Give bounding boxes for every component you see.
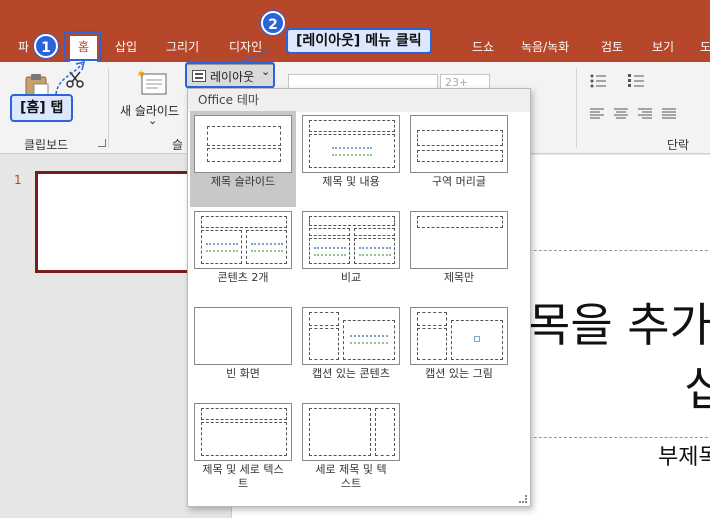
tab-view[interactable]: 보기 (652, 38, 674, 56)
layout-thumbnail (194, 115, 292, 173)
layout-name: 제목만 (443, 271, 475, 284)
paragraph-group-label: 단락 (667, 138, 690, 152)
layout-option-vertical-title-text[interactable]: 세로 제목 및 텍스트 (298, 399, 404, 505)
tab-insert[interactable]: 삽입 (115, 38, 137, 56)
tab-record[interactable]: 녹음/녹화 (521, 38, 569, 56)
tab-review[interactable]: 검토 (601, 38, 623, 56)
slide-number: 1 (14, 173, 22, 187)
clipboard-group-label: 클립보드 (24, 138, 69, 152)
step1-arrow-icon (55, 60, 86, 95)
layout-option-comparison[interactable]: 비교 (298, 207, 404, 303)
align-right-icon[interactable] (638, 108, 652, 120)
tab-slideshow[interactable]: 드쇼 (472, 38, 494, 56)
step2-arrow-icon (241, 47, 269, 63)
layout-name: 세로 제목 및 텍스트 (315, 463, 387, 490)
title-placeholder-text: 목을 추가 (528, 298, 710, 352)
layout-option-two-content[interactable]: 콘텐츠 2개 (190, 207, 296, 303)
layout-option-blank[interactable]: 빈 화면 (190, 303, 296, 399)
align-center-icon[interactable] (614, 108, 628, 120)
layout-option-content-with-caption[interactable]: 캡션 있는 콘텐츠 (298, 303, 404, 399)
layout-thumbnail (410, 115, 508, 173)
new-slide-icon[interactable]: ✶ (136, 67, 168, 96)
layout-option-picture-with-caption[interactable]: 캡션 있는 그림 (406, 303, 512, 399)
layout-thumbnail (410, 307, 508, 365)
layout-option-title-slide[interactable]: 제목 슬라이드 (190, 111, 296, 207)
layout-thumbnail (194, 211, 292, 269)
layout-name: 구역 머리글 (431, 175, 487, 188)
layout-gallery: Office 테마 제목 슬라이드 제목 및 내용 구역 머리글 콘텐츠 2개 … (187, 88, 531, 507)
resize-grip-icon[interactable] (519, 495, 527, 503)
layout-option-title-content[interactable]: 제목 및 내용 (298, 111, 404, 207)
layout-name: 콘텐츠 2개 (217, 271, 269, 284)
title-placeholder-text-line2: 십 (684, 362, 710, 416)
home-tab-highlight (64, 31, 102, 61)
group-divider (108, 68, 109, 148)
subtitle-placeholder-text: 부제목 (658, 445, 710, 470)
layout-name: 제목 및 세로 텍스트 (202, 463, 284, 490)
slides-group-label: 슬 (172, 138, 184, 152)
align-left-icon[interactable] (590, 108, 604, 120)
step2-badge: 2 (261, 11, 285, 35)
layout-thumbnail (302, 211, 400, 269)
layout-option-section-header[interactable]: 구역 머리글 (406, 111, 512, 207)
tab-file[interactable]: 파 (18, 38, 29, 56)
layout-option-title-only[interactable]: 제목만 (406, 207, 512, 303)
gallery-header: Office 테마 (188, 89, 530, 112)
bullets-icon[interactable] (590, 74, 606, 88)
layout-name: 제목 및 내용 (322, 175, 380, 188)
tab-draw[interactable]: 그리기 (166, 38, 199, 56)
layout-option-title-vertical-text[interactable]: 제목 및 세로 텍스트 (190, 399, 296, 505)
layout-thumbnail (302, 307, 400, 365)
step1-badge: 1 (34, 34, 58, 58)
layout-name: 비교 (340, 271, 362, 284)
layout-name: 캡션 있는 그림 (425, 367, 493, 380)
layout-name: 제목 슬라이드 (210, 175, 276, 188)
clipboard-launcher-icon[interactable] (98, 139, 106, 147)
group-divider (576, 68, 577, 148)
layout-thumbnail (410, 211, 508, 269)
layout-thumbnail (302, 403, 400, 461)
justify-icon[interactable] (662, 108, 676, 120)
layout-thumbnail (194, 403, 292, 461)
layout-name: 캡션 있는 콘텐츠 (312, 367, 390, 380)
layout-thumbnail (302, 115, 400, 173)
numbering-icon[interactable] (628, 74, 644, 88)
layout-thumbnail (194, 307, 292, 365)
tab-help[interactable]: 도 (700, 38, 710, 56)
svg-text:✶: ✶ (136, 68, 146, 81)
layout-name: 빈 화면 (226, 367, 260, 380)
step2-callout: [레이아웃] 메뉴 클릭 (286, 28, 432, 54)
new-slide-chevron-down-icon[interactable]: ⌄ (148, 114, 157, 127)
step1-callout: [홈] 탭 (10, 94, 74, 122)
